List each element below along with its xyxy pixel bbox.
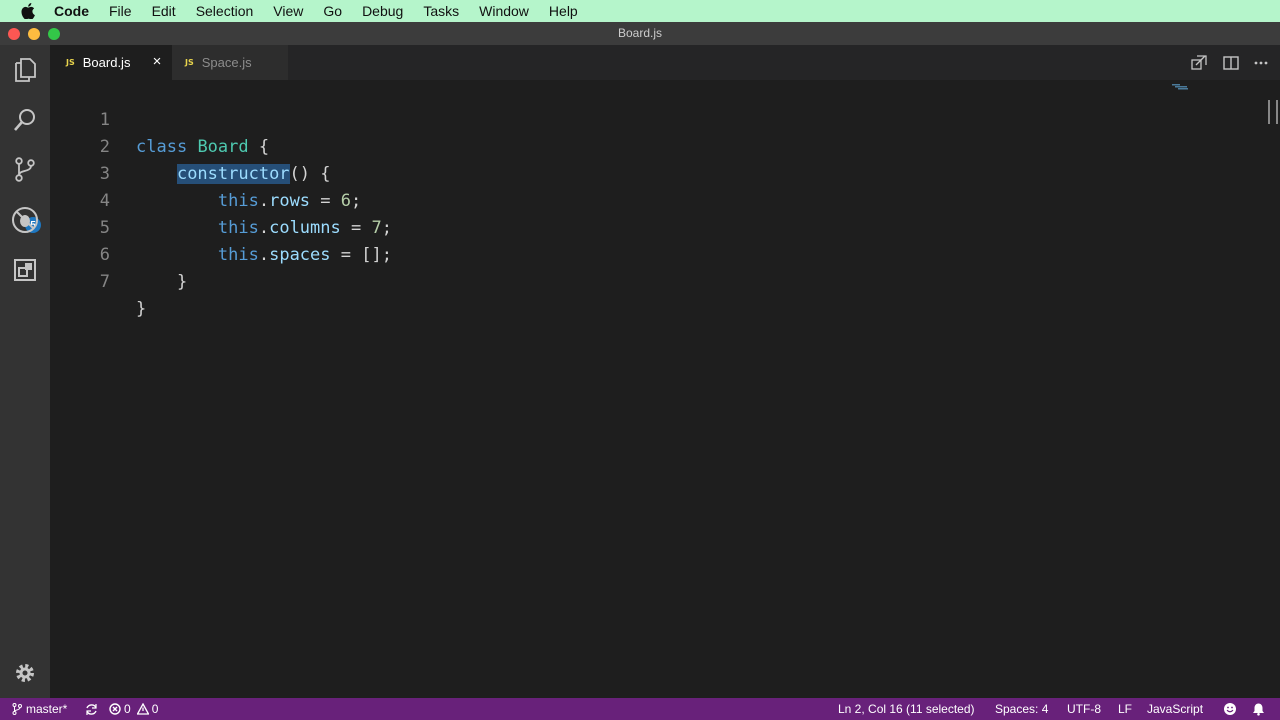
menu-view[interactable]: View — [273, 3, 303, 19]
code-line[interactable]: 6 } — [50, 215, 1250, 292]
split-editor-icon[interactable] — [1222, 54, 1240, 72]
code-line[interactable]: 3 this.rows = 6; — [50, 134, 1250, 211]
javascript-file-icon: JS — [66, 58, 75, 67]
encoding-setting[interactable]: UTF-8 — [1067, 698, 1101, 720]
files-icon[interactable] — [0, 50, 50, 90]
tab-label: Board.js — [82, 55, 131, 70]
problems-indicator[interactable]: 0 0 — [109, 698, 158, 720]
menu-debug[interactable]: Debug — [362, 3, 403, 19]
tab-board-js[interactable]: JS Board.js × — [50, 45, 172, 80]
menu-app-code[interactable]: Code — [54, 3, 89, 19]
code-line[interactable]: 5 this.spaces = []; — [50, 188, 1250, 265]
window-title-bar: Board.js — [0, 22, 1280, 45]
tab-label: Space.js — [201, 55, 252, 70]
menu-window[interactable]: Window — [479, 3, 529, 19]
more-actions-icon[interactable] — [1252, 54, 1270, 72]
indentation-setting[interactable]: Spaces: 4 — [995, 698, 1048, 720]
activity-bar: 5 — [0, 45, 50, 698]
scrollbar[interactable] — [1268, 100, 1278, 124]
apple-icon[interactable] — [20, 3, 36, 19]
branch-name: master* — [26, 702, 68, 716]
line-text: } — [136, 299, 147, 319]
menu-file[interactable]: File — [109, 3, 132, 19]
warning-count: 0 — [151, 702, 159, 716]
line-text: } — [136, 272, 188, 292]
menu-bar: Code File Edit Selection View Go Debug T… — [0, 0, 1280, 22]
javascript-file-icon: JS — [185, 58, 194, 67]
warning-icon — [136, 703, 149, 715]
close-icon[interactable]: × — [150, 54, 164, 70]
language-mode[interactable]: JavaScript — [1147, 698, 1203, 720]
minimap[interactable] — [1172, 84, 1196, 90]
code-line[interactable]: 2 constructor() { — [50, 107, 1250, 184]
menu-edit[interactable]: Edit — [152, 3, 176, 19]
error-count: 0 — [124, 702, 131, 716]
line-ending-setting[interactable]: LF — [1118, 698, 1132, 720]
status-bar: master* 0 0 Ln 2, Col 16 (11 selected) S… — [0, 698, 1280, 720]
window-title: Board.js — [617, 26, 663, 40]
tab-space-js[interactable]: JS Space.js — [172, 45, 288, 80]
git-branch-icon — [12, 703, 22, 715]
extensions-icon[interactable] — [0, 250, 50, 290]
source-control-icon[interactable] — [0, 150, 50, 190]
error-icon — [109, 703, 121, 715]
code-line[interactable]: 7 } — [50, 242, 1250, 319]
search-icon[interactable] — [0, 100, 50, 140]
open-changes-icon[interactable] — [1190, 54, 1208, 72]
menu-tasks[interactable]: Tasks — [423, 3, 459, 19]
code-editor[interactable]: 1 class Board { 2 constructor() { 3 this… — [50, 80, 1280, 698]
line-number: 7 — [99, 272, 110, 292]
feedback-smiley-icon[interactable] — [1223, 698, 1237, 720]
code-line[interactable]: 4 this.columns = 7; — [50, 161, 1250, 238]
menu-selection[interactable]: Selection — [196, 3, 254, 19]
cursor-position[interactable]: Ln 2, Col 16 (11 selected) — [838, 698, 975, 720]
gear-icon[interactable] — [0, 653, 50, 693]
menu-go[interactable]: Go — [323, 3, 342, 19]
editor-tab-bar: JS Board.js × JS Space.js — [50, 45, 1280, 80]
notifications-bell-icon[interactable] — [1252, 698, 1265, 720]
menu-help[interactable]: Help — [549, 3, 578, 19]
code-line[interactable]: 1 class Board { — [50, 80, 1250, 157]
sync-icon[interactable] — [85, 698, 98, 720]
debug-icon[interactable] — [0, 200, 50, 240]
branch-indicator[interactable]: master* — [12, 698, 67, 720]
